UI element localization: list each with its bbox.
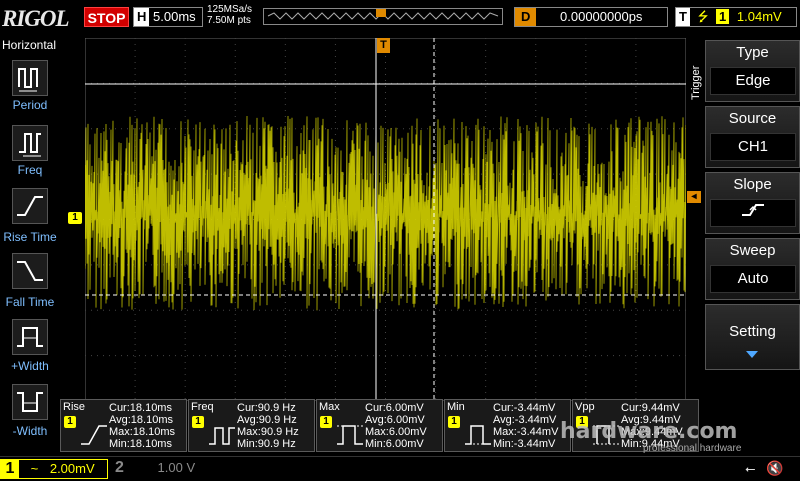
delay-value: 0.00000000ps: [560, 9, 643, 24]
rising-edge-icon: ⭍: [697, 9, 709, 24]
trigger-indicator[interactable]: T ⭍ 1 1.04mV: [675, 7, 797, 27]
channel2-scale: 1.00 V: [157, 460, 196, 475]
negative-width-icon[interactable]: [12, 384, 48, 420]
sweep-title: Sweep: [729, 242, 776, 259]
trigger-menu: Type Edge Source CH1 Slope Sweep Auto Se…: [703, 38, 800, 458]
sample-rate: 125MSa/s: [207, 4, 253, 15]
usb-icon: ⭠: [745, 461, 756, 476]
measurement-channel: 1: [320, 416, 332, 428]
measurement-name: Freq: [191, 401, 214, 413]
measurement-channel: 1: [64, 416, 76, 428]
source-title: Source: [728, 110, 777, 127]
channel1-number: 1: [1, 460, 19, 478]
frequency-icon[interactable]: [12, 125, 48, 161]
source-value: CH1: [710, 133, 796, 161]
timebase-label: H: [134, 8, 150, 26]
measurement-name: Rise: [63, 401, 86, 413]
acquisition-info: 125MSa/s 7.50M pts: [207, 4, 252, 26]
watermark-subtext: professional hardware: [643, 443, 742, 454]
type-title: Type: [736, 44, 769, 61]
trigger-menu-label: Trigger: [690, 65, 702, 100]
measurement-name: Max: [319, 401, 340, 413]
positive-width-icon[interactable]: [12, 319, 48, 355]
waveform-display[interactable]: [84, 37, 687, 402]
fall-time-button[interactable]: Fall Time: [0, 295, 60, 309]
memory-trigger-marker: [376, 9, 386, 17]
setting-softkey[interactable]: Setting: [705, 304, 800, 370]
positive-width-button[interactable]: +Width: [0, 359, 60, 373]
minimum-icon: [465, 425, 491, 445]
delay-label: D: [515, 8, 537, 26]
channel1-status[interactable]: 1 ~ 2.00mV: [0, 459, 108, 479]
rising-slope-icon: [742, 204, 764, 216]
ac-coupling-icon: ~: [30, 461, 39, 476]
slope-title: Slope: [733, 176, 772, 193]
maximum-icon: [337, 425, 363, 445]
measurement-name: Min: [447, 401, 465, 413]
memory-overview[interactable]: [263, 8, 503, 25]
rise-time-button[interactable]: Rise Time: [0, 230, 60, 244]
sweep-softkey[interactable]: Sweep Auto: [705, 238, 800, 300]
measurement-values: Cur:18.10ms Avg:18.10ms Max:18.10ms Min:18.…: [109, 402, 176, 450]
slope-softkey[interactable]: Slope: [705, 172, 800, 234]
down-arrow-icon: [746, 351, 758, 358]
type-value: Edge: [710, 67, 796, 95]
measurement-min[interactable]: Min 1 Cur:-3.44mV Avg:-3.44mV Max:-3.44mV M…: [444, 399, 571, 452]
source-softkey[interactable]: Source CH1: [705, 106, 800, 168]
graticule: [84, 37, 687, 402]
frequency-icon: [209, 427, 235, 445]
trigger-channel: 1: [716, 9, 730, 24]
rise-time-icon[interactable]: [12, 188, 48, 224]
trigger-label: T: [676, 8, 690, 26]
channel1-scale: 2.00mV: [49, 461, 95, 476]
brand-logo: RIGOL: [2, 6, 70, 31]
period-icon[interactable]: [12, 60, 48, 96]
period-button[interactable]: Period: [0, 98, 60, 112]
speaker-muted-icon[interactable]: 🔇: [766, 460, 783, 477]
measurement-freq[interactable]: Freq 1 Cur:90.9 Hz Avg:90.9 Hz Max:90.9 Hz…: [188, 399, 315, 452]
measurement-channel: 1: [448, 416, 460, 428]
trigger-level-marker[interactable]: ◂: [687, 191, 701, 203]
negative-width-button[interactable]: -Width: [0, 424, 60, 438]
trigger-level-value: 1.04mV: [736, 9, 782, 24]
memory-depth: 7.50M pts: [207, 15, 251, 26]
watermark-logo: hardware.com: [560, 419, 738, 444]
measurement-max[interactable]: Max 1 Cur:6.00mV Avg:6.00mV Max:6.00mV Min:…: [316, 399, 443, 452]
type-softkey[interactable]: Type Edge: [705, 40, 800, 102]
status-bar: RIGOL STOP H 5.00ms 125MSa/s 7.50M pts D…: [0, 0, 800, 36]
trigger-position-marker[interactable]: T: [377, 38, 390, 53]
memory-waveform-preview: [267, 9, 499, 20]
fall-time-icon[interactable]: [12, 253, 48, 289]
measurement-values: Cur:90.9 Hz Avg:90.9 Hz Max:90.9 Hz Min:90.…: [237, 402, 299, 450]
timebase-value: 5.00ms: [153, 9, 196, 24]
delay-indicator[interactable]: D 0.00000000ps: [514, 7, 668, 27]
freq-button[interactable]: Freq: [0, 163, 60, 177]
channel2-number: 2: [115, 459, 124, 476]
measurement-rise[interactable]: Rise 1 Cur:18.10ms Avg:18.10ms Max:18.10ms…: [60, 399, 187, 452]
horizontal-measure-menu: Horizontal Period Freq Rise Time Fall Ti…: [0, 36, 60, 456]
channel2-status[interactable]: 2 1.00 V: [115, 459, 215, 479]
setting-title: Setting: [729, 323, 776, 340]
slope-value: [710, 199, 796, 227]
menu-title: Horizontal: [2, 38, 57, 52]
sweep-value: Auto: [710, 265, 796, 293]
rise-time-icon: [81, 425, 107, 445]
run-stop-indicator[interactable]: STOP: [84, 7, 129, 27]
measurement-values: Cur:-3.44mV Avg:-3.44mV Max:-3.44mV Min:-3.…: [493, 402, 559, 450]
timebase-indicator[interactable]: H 5.00ms: [133, 7, 203, 27]
measurement-name: Vpp: [575, 401, 595, 413]
measurement-values: Cur:6.00mV Avg:6.00mV Max:6.00mV Min:6.00mV: [365, 402, 427, 450]
measurement-channel: 1: [192, 416, 204, 428]
channel1-offset-marker[interactable]: 1: [68, 212, 82, 224]
channel-bar: 1 ~ 2.00mV 2 1.00 V ⭠ 🔇: [0, 456, 800, 481]
